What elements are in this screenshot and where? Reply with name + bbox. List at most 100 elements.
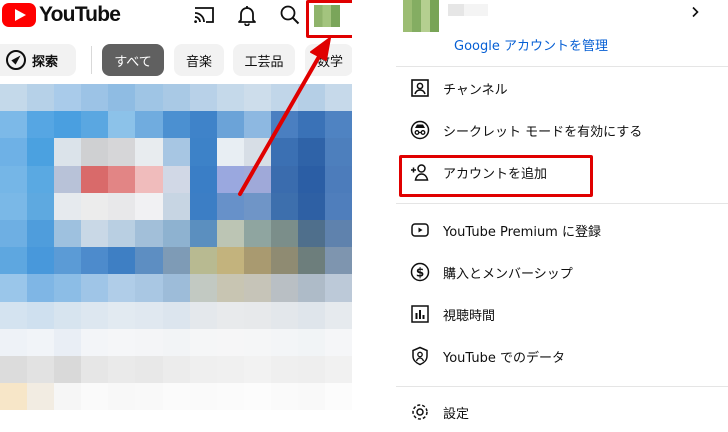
thumbnail-pixel xyxy=(298,111,326,139)
thumbnail-pixel xyxy=(108,84,136,112)
thumbnail-pixel xyxy=(54,84,82,112)
menu-item-purchases[interactable]: $ 購入とメンバーシップ xyxy=(396,252,728,292)
thumbnail-pixel xyxy=(108,219,136,248)
thumbnail-pixel xyxy=(54,247,82,275)
youtube-logo[interactable]: YouTube xyxy=(2,2,121,28)
thumbnail-pixel xyxy=(243,247,271,275)
thumbnail-pixel xyxy=(298,219,326,248)
thumbnail-pixel xyxy=(243,138,271,166)
menu-item-settings[interactable]: 設定 xyxy=(396,392,728,432)
chip-all[interactable]: すべて xyxy=(102,44,164,76)
dollar-icon: $ xyxy=(410,262,430,282)
youtube-home-screenshot: YouTube 探索 すべて 音楽 工芸品 数学 xyxy=(0,0,352,410)
thumbnail-pixel xyxy=(189,165,217,193)
thumbnail-pixel xyxy=(243,111,271,139)
menu-item-channel[interactable]: チャンネル xyxy=(396,68,728,108)
thumbnail-pixel xyxy=(27,84,55,112)
chip-explore-label: 探索 xyxy=(32,54,59,70)
thumbnail-pixel xyxy=(108,111,136,139)
thumbnail-pixel xyxy=(54,138,82,166)
thumbnail-pixel xyxy=(243,383,271,410)
youtube-logo-text: YouTube xyxy=(39,3,121,26)
thumbnail-pixel xyxy=(298,355,326,384)
thumbnail-pixel xyxy=(270,355,299,384)
thumbnail-pixel xyxy=(27,247,55,275)
chip-crafts[interactable]: 工芸品 xyxy=(233,44,295,76)
thumbnail-pixel xyxy=(27,355,55,384)
thumbnail-pixel xyxy=(81,355,109,384)
chip-music[interactable]: 音楽 xyxy=(174,44,224,76)
thumbnail-pixel xyxy=(0,274,28,302)
thumbnail-pixel xyxy=(189,355,217,384)
thumbnail-pixel xyxy=(162,111,190,139)
menu-divider xyxy=(396,386,728,387)
thumbnail-pixel xyxy=(54,328,82,356)
thumbnail-pixel xyxy=(270,274,299,302)
thumbnail-pixel xyxy=(325,301,352,329)
thumbnail-pixel xyxy=(135,111,163,139)
bell-icon[interactable] xyxy=(235,4,259,26)
thumbnail-pixel xyxy=(298,84,326,112)
menu-item-label: 設定 xyxy=(443,406,470,422)
thumbnail-pixel xyxy=(298,301,326,329)
thumbnail-pixel xyxy=(81,301,109,329)
menu-divider xyxy=(396,66,728,67)
thumbnail-pixel xyxy=(270,328,299,356)
thumbnail-pixel xyxy=(216,328,244,356)
thumbnail-pixel xyxy=(0,219,28,248)
thumbnail-pixel xyxy=(81,192,109,220)
menu-item-youtube-premium[interactable]: YouTube Premium に登録 xyxy=(396,210,728,250)
thumbnail-pixel xyxy=(162,247,190,275)
thumbnail-pixel xyxy=(298,138,326,166)
menu-divider xyxy=(396,203,728,204)
menu-item-your-data[interactable]: YouTube でのデータ xyxy=(396,336,728,376)
thumbnail-pixel xyxy=(325,138,352,166)
account-avatar xyxy=(403,0,439,32)
thumbnail-pixel xyxy=(81,328,109,356)
search-icon[interactable] xyxy=(278,4,302,26)
svg-text:$: $ xyxy=(416,266,424,280)
thumbnail-pixel xyxy=(27,111,55,139)
chip-divider xyxy=(91,46,92,74)
thumbnail-pixel xyxy=(325,165,352,193)
thumbnail-pixel xyxy=(162,219,190,248)
thumbnail-pixel xyxy=(162,301,190,329)
add-account-highlight-box xyxy=(399,155,593,197)
thumbnail-pixel xyxy=(162,138,190,166)
thumbnail-pixel xyxy=(54,355,82,384)
chip-math[interactable]: 数学 xyxy=(305,44,352,76)
thumbnail-pixel xyxy=(216,111,244,139)
thumbnail-pixel xyxy=(0,355,28,384)
thumbnail-pixel xyxy=(243,355,271,384)
thumbnail-pixel xyxy=(243,165,271,193)
thumbnail-pixel xyxy=(135,165,163,193)
manage-google-account-link[interactable]: Google アカウントを管理 xyxy=(454,35,608,54)
thumbnail-pixel xyxy=(27,219,55,248)
video-thumbnail-pixelated[interactable] xyxy=(0,84,352,410)
menu-item-label: YouTube でのデータ xyxy=(443,350,565,366)
thumbnail-pixel xyxy=(298,383,326,410)
chevron-right-icon[interactable] xyxy=(689,6,701,18)
thumbnail-pixel xyxy=(325,84,352,112)
menu-item-watch-time[interactable]: 視聴時間 xyxy=(396,294,728,334)
thumbnail-pixel xyxy=(270,165,299,193)
thumbnail-pixel xyxy=(54,274,82,302)
thumbnail-pixel xyxy=(189,247,217,275)
chip-all-label: すべて xyxy=(114,54,152,70)
thumbnail-pixel xyxy=(216,301,244,329)
thumbnail-pixel xyxy=(243,274,271,302)
account-name-blurred xyxy=(448,4,488,16)
chip-explore[interactable]: 探索 xyxy=(0,44,76,76)
menu-item-label: シークレット モードを有効にする xyxy=(443,124,643,140)
thumbnail-pixel xyxy=(108,301,136,329)
thumbnail-pixel xyxy=(81,84,109,112)
thumbnail-pixel xyxy=(243,84,271,112)
thumbnail-pixel xyxy=(81,165,109,193)
thumbnail-pixel xyxy=(135,274,163,302)
menu-item-incognito[interactable]: シークレット モードを有効にする xyxy=(396,110,728,150)
thumbnail-pixel xyxy=(108,328,136,356)
thumbnail-pixel xyxy=(108,165,136,193)
gear-icon xyxy=(412,404,428,420)
cast-icon[interactable] xyxy=(192,4,216,26)
thumbnail-pixel xyxy=(0,165,28,193)
